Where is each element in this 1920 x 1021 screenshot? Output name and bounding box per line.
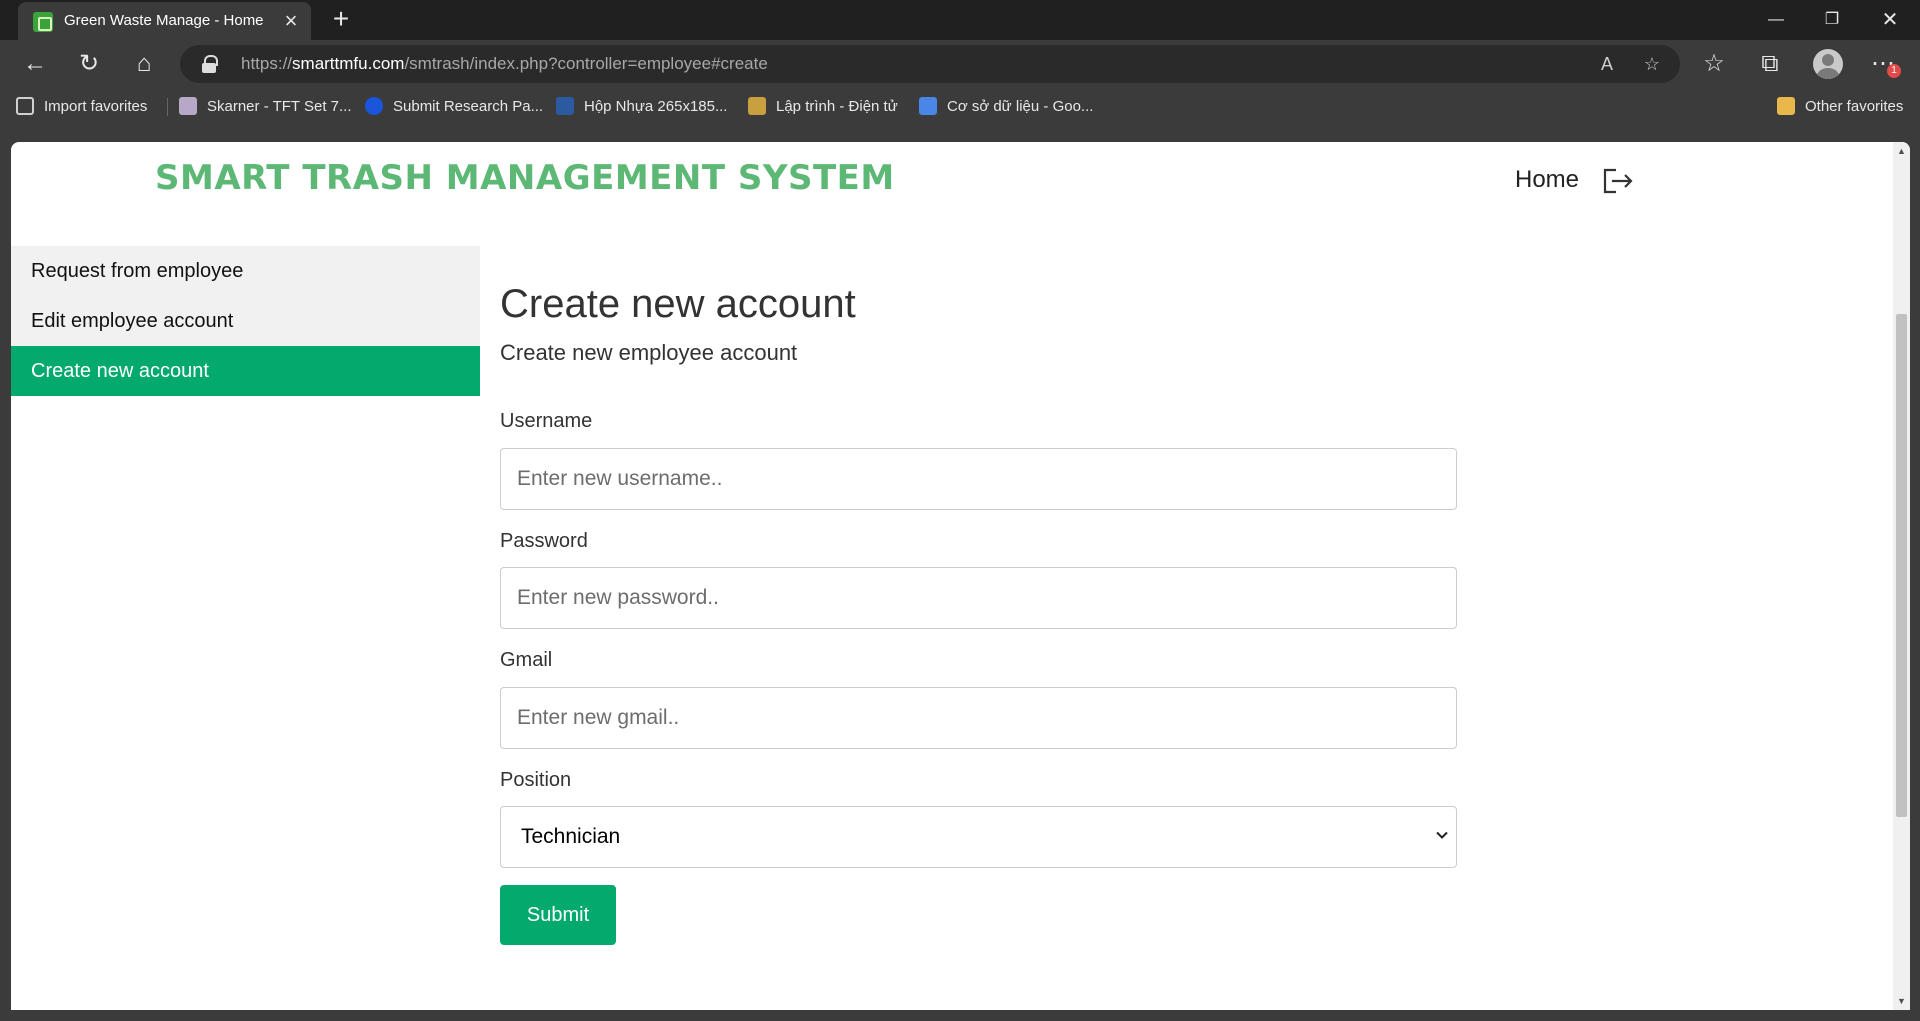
other-favorites[interactable]: Other favorites (1777, 96, 1903, 116)
logout-icon[interactable] (1602, 167, 1634, 195)
page-viewport: SMART TRASH MANAGEMENT SYSTEM Home Reque… (11, 142, 1910, 1010)
c-logo-icon (365, 97, 383, 115)
username-input[interactable] (500, 448, 1457, 510)
scroll-down-icon[interactable]: ▼ (1893, 994, 1910, 1008)
import-favorites-icon (16, 97, 34, 115)
window-close-icon[interactable]: ✕ (1862, 0, 1918, 40)
position-selected-value: Technician (521, 825, 621, 848)
favorite-item[interactable]: Import favorites (16, 96, 147, 116)
home-icon[interactable]: ⌂ (127, 47, 161, 81)
scroll-up-icon[interactable]: ▲ (1893, 144, 1910, 158)
url-text[interactable]: https://smarttmfu.com/smtrash/index.php?… (241, 54, 768, 74)
tab-title: Green Waste Manage - Home (64, 12, 264, 29)
chevron-down-icon (1436, 831, 1448, 839)
restore-icon[interactable]: ❐ (1804, 0, 1860, 40)
profile-avatar-icon[interactable] (1813, 49, 1843, 79)
sidebar-item-edit-account[interactable]: Edit employee account (11, 296, 480, 346)
sidebar-item-request[interactable]: Request from employee (11, 246, 480, 296)
favorite-item[interactable]: Cơ sở dữ liệu - Goo... (919, 96, 1093, 116)
notification-badge: 1 (1887, 64, 1901, 78)
favorite-item[interactable]: Hộp Nhựa 265x185... (556, 96, 727, 116)
page-subtitle: Create new employee account (500, 340, 798, 365)
position-select[interactable]: Technician (500, 806, 1457, 868)
favorite-item[interactable]: Submit Research Pa... (365, 96, 543, 116)
folder-icon (1777, 97, 1795, 115)
nav-home-link[interactable]: Home (1515, 166, 1579, 194)
password-label: Password (500, 530, 588, 552)
skarner-icon (179, 97, 197, 115)
password-input[interactable] (500, 567, 1457, 629)
new-tab-icon[interactable]: + (326, 4, 356, 34)
favorites-bar: Import favorites Skarner - TFT Set 7... … (0, 88, 1920, 122)
sidebar: Request from employee Edit employee acco… (11, 246, 480, 396)
browser-navbar: ← ↻ ⌂ https://smarttmfu.com/smtrash/inde… (0, 40, 1920, 88)
scrollbar-thumb[interactable] (1896, 314, 1907, 817)
username-label: Username (500, 410, 593, 432)
site-favicon-icon (33, 12, 53, 32)
tab-close-icon[interactable]: × (278, 8, 304, 34)
position-label: Position (500, 769, 572, 791)
sidebar-item-create-account[interactable]: Create new account (11, 346, 480, 396)
favorite-item[interactable]: Skarner - TFT Set 7... (179, 96, 352, 116)
gmail-input[interactable] (500, 687, 1457, 749)
collections-icon[interactable]: ⧉ (1753, 47, 1787, 81)
add-favorite-icon[interactable]: ☆ (1637, 49, 1667, 79)
google-docs-icon (919, 97, 937, 115)
address-bar[interactable]: https://smarttmfu.com/smtrash/index.php?… (180, 45, 1680, 83)
robot-icon (748, 97, 766, 115)
lock-icon[interactable] (202, 55, 218, 73)
browser-tab[interactable]: Green Waste Manage - Home × (18, 2, 311, 40)
back-icon[interactable]: ← (18, 47, 52, 81)
browser-titlebar: Green Waste Manage - Home × + — ❐ ✕ (0, 0, 1920, 40)
submit-button[interactable]: Submit (500, 885, 616, 945)
page-title: Create new account (500, 282, 856, 326)
shop-icon (556, 97, 574, 115)
site-title: SMART TRASH MANAGEMENT SYSTEM (155, 158, 895, 198)
favorites-divider (167, 98, 168, 116)
page-scrollbar[interactable]: ▲ ▼ (1893, 142, 1910, 1010)
read-aloud-icon[interactable]: A (1592, 49, 1622, 79)
favorites-icon[interactable]: ☆ (1697, 47, 1731, 81)
refresh-icon[interactable]: ↻ (72, 47, 106, 81)
minimize-icon[interactable]: — (1748, 0, 1804, 40)
favorite-item[interactable]: Lập trình - Điện tử (748, 96, 898, 116)
gmail-label: Gmail (500, 649, 553, 671)
